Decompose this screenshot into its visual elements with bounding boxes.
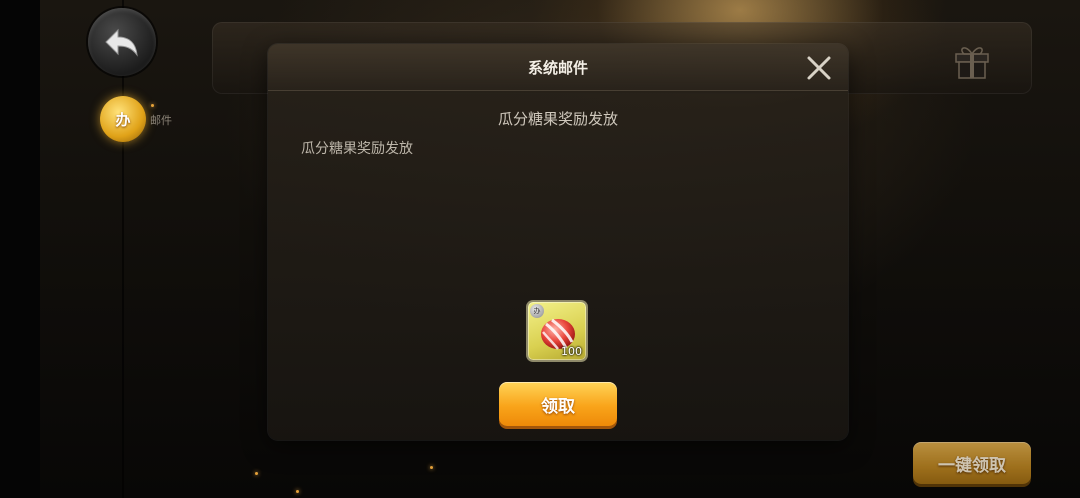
game-screen: 办 邮件 系统邮件 瓜分糖果奖励发放 瓜分糖果奖励发放 办 100 领取 一键领… bbox=[0, 0, 1080, 498]
spark-particle bbox=[296, 490, 299, 493]
dialog-title: 系统邮件 bbox=[527, 59, 588, 77]
spark-particle bbox=[255, 472, 258, 475]
close-icon bbox=[807, 56, 831, 80]
mail-subject: 瓜分糖果奖励发放 bbox=[497, 110, 618, 128]
mail-coin-text: 办 bbox=[115, 110, 131, 129]
gift-box-icon[interactable] bbox=[952, 40, 992, 80]
mail-coin-icon: 办 bbox=[100, 96, 146, 142]
spark-particle bbox=[430, 466, 433, 469]
claim-button-label: 领取 bbox=[541, 396, 575, 417]
item-count: 100 bbox=[561, 345, 582, 358]
system-mail-dialog: 系统邮件 瓜分糖果奖励发放 瓜分糖果奖励发放 办 100 领取 bbox=[268, 44, 848, 440]
sidebar-item-mail[interactable]: 办 邮件 bbox=[100, 96, 172, 142]
mail-body: 瓜分糖果奖励发放 bbox=[301, 141, 413, 157]
back-button[interactable] bbox=[88, 8, 156, 76]
claim-all-label: 一键领取 bbox=[938, 455, 1006, 476]
attachment-item[interactable]: 办 100 bbox=[528, 302, 586, 360]
screen-edge bbox=[0, 0, 40, 498]
claim-button[interactable]: 领取 bbox=[499, 382, 617, 426]
claim-all-button[interactable]: 一键领取 bbox=[913, 442, 1031, 484]
back-arrow-icon bbox=[105, 28, 138, 57]
sidebar-item-label: 邮件 bbox=[150, 114, 172, 127]
close-button[interactable] bbox=[804, 53, 834, 83]
